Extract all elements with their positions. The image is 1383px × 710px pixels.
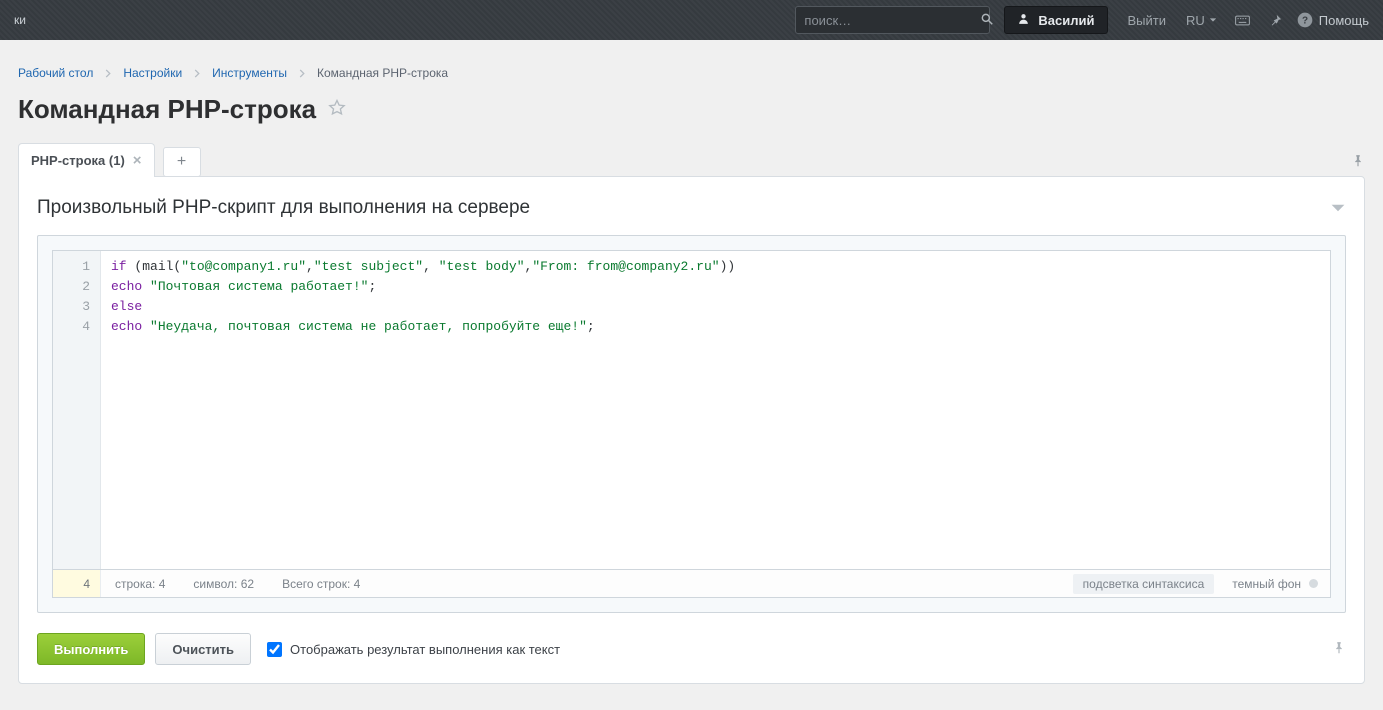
svg-text:?: ? [1302,15,1308,26]
result-as-text-label: Отображать результат выполнения как текс… [290,642,560,657]
favorite-star-icon[interactable] [328,99,346,120]
panel: Произвольный PHP-скрипт для выполнения н… [18,176,1365,684]
editor-container: 1 2 3 4 if (mail("to@company1.ru","test … [37,235,1346,613]
breadcrumb: Рабочий стол Настройки Инструменты Коман… [18,66,1365,80]
clear-button[interactable]: Очистить [155,633,251,665]
editor-statusbar: 4 строка: 4 символ: 62 Всего строк: 4 по… [52,570,1331,598]
keyboard-icon[interactable] [1235,13,1250,28]
gutter-line: 4 [57,317,90,337]
gutter-line: 1 [57,257,90,277]
page-title: Командная PHP-строка [18,94,316,125]
pin-icon[interactable] [1332,641,1346,658]
title-row: Командная PHP-строка [18,94,1365,125]
pin-icon[interactable] [1268,13,1283,28]
status-row: строка: 4 [101,577,179,591]
result-as-text-option[interactable]: Отображать результат выполнения как текс… [267,642,560,657]
help-icon: ? [1297,12,1313,28]
crumb-current: Командная PHP-строка [317,66,448,80]
chevron-right-icon [105,69,111,78]
syntax-highlight-toggle[interactable]: подсветка синтаксиса [1073,574,1215,594]
crumb-settings[interactable]: Настройки [123,66,182,80]
pin-icon[interactable] [1351,154,1365,171]
chevron-right-icon [299,69,305,78]
chevron-right-icon [194,69,200,78]
search-input[interactable] [804,13,980,28]
actions-row: Выполнить Очистить Отображать результат … [37,633,1346,665]
dark-mode-toggle[interactable]: темный фон [1232,577,1330,591]
code-area[interactable]: if (mail("to@company1.ru","test subject"… [101,251,1330,569]
logout-link[interactable]: Выйти [1128,13,1167,28]
status-col: символ: 62 [179,577,268,591]
status-total: Всего строк: 4 [268,577,374,591]
language-label: RU [1186,13,1205,28]
user-name: Василий [1038,13,1094,28]
help-label: Помощь [1319,13,1369,28]
topbar: ки Василий Выйти RU ? Помощь [0,0,1383,40]
result-as-text-checkbox[interactable] [267,642,282,657]
crumb-tools[interactable]: Инструменты [212,66,287,80]
close-icon[interactable]: × [133,153,142,168]
chevron-down-icon [1209,16,1217,24]
status-line-count-box: 4 [53,570,101,597]
run-button[interactable]: Выполнить [37,633,145,665]
tab-label: PHP-строка (1) [31,153,125,168]
panel-title: Произвольный PHP-скрипт для выполнения н… [37,197,530,219]
tab-add-button[interactable]: + [163,147,201,177]
help-link[interactable]: ? Помощь [1297,12,1369,28]
tab-php-line[interactable]: PHP-строка (1) × [18,143,155,177]
line-gutter: 1 2 3 4 [53,251,101,569]
search-icon[interactable] [980,12,994,29]
topbar-truncated-label: ки [14,13,26,27]
gutter-line: 2 [57,277,90,297]
user-icon [1017,12,1030,28]
dot-icon [1309,579,1318,588]
gutter-line: 3 [57,297,90,317]
user-button[interactable]: Василий [1004,6,1107,34]
language-selector[interactable]: RU [1186,13,1217,28]
search-wrap[interactable] [795,6,990,34]
crumb-desktop[interactable]: Рабочий стол [18,66,93,80]
code-editor[interactable]: 1 2 3 4 if (mail("to@company1.ru","test … [52,250,1331,570]
tabs: PHP-строка (1) × + [18,143,1365,177]
collapse-icon[interactable] [1330,201,1346,216]
